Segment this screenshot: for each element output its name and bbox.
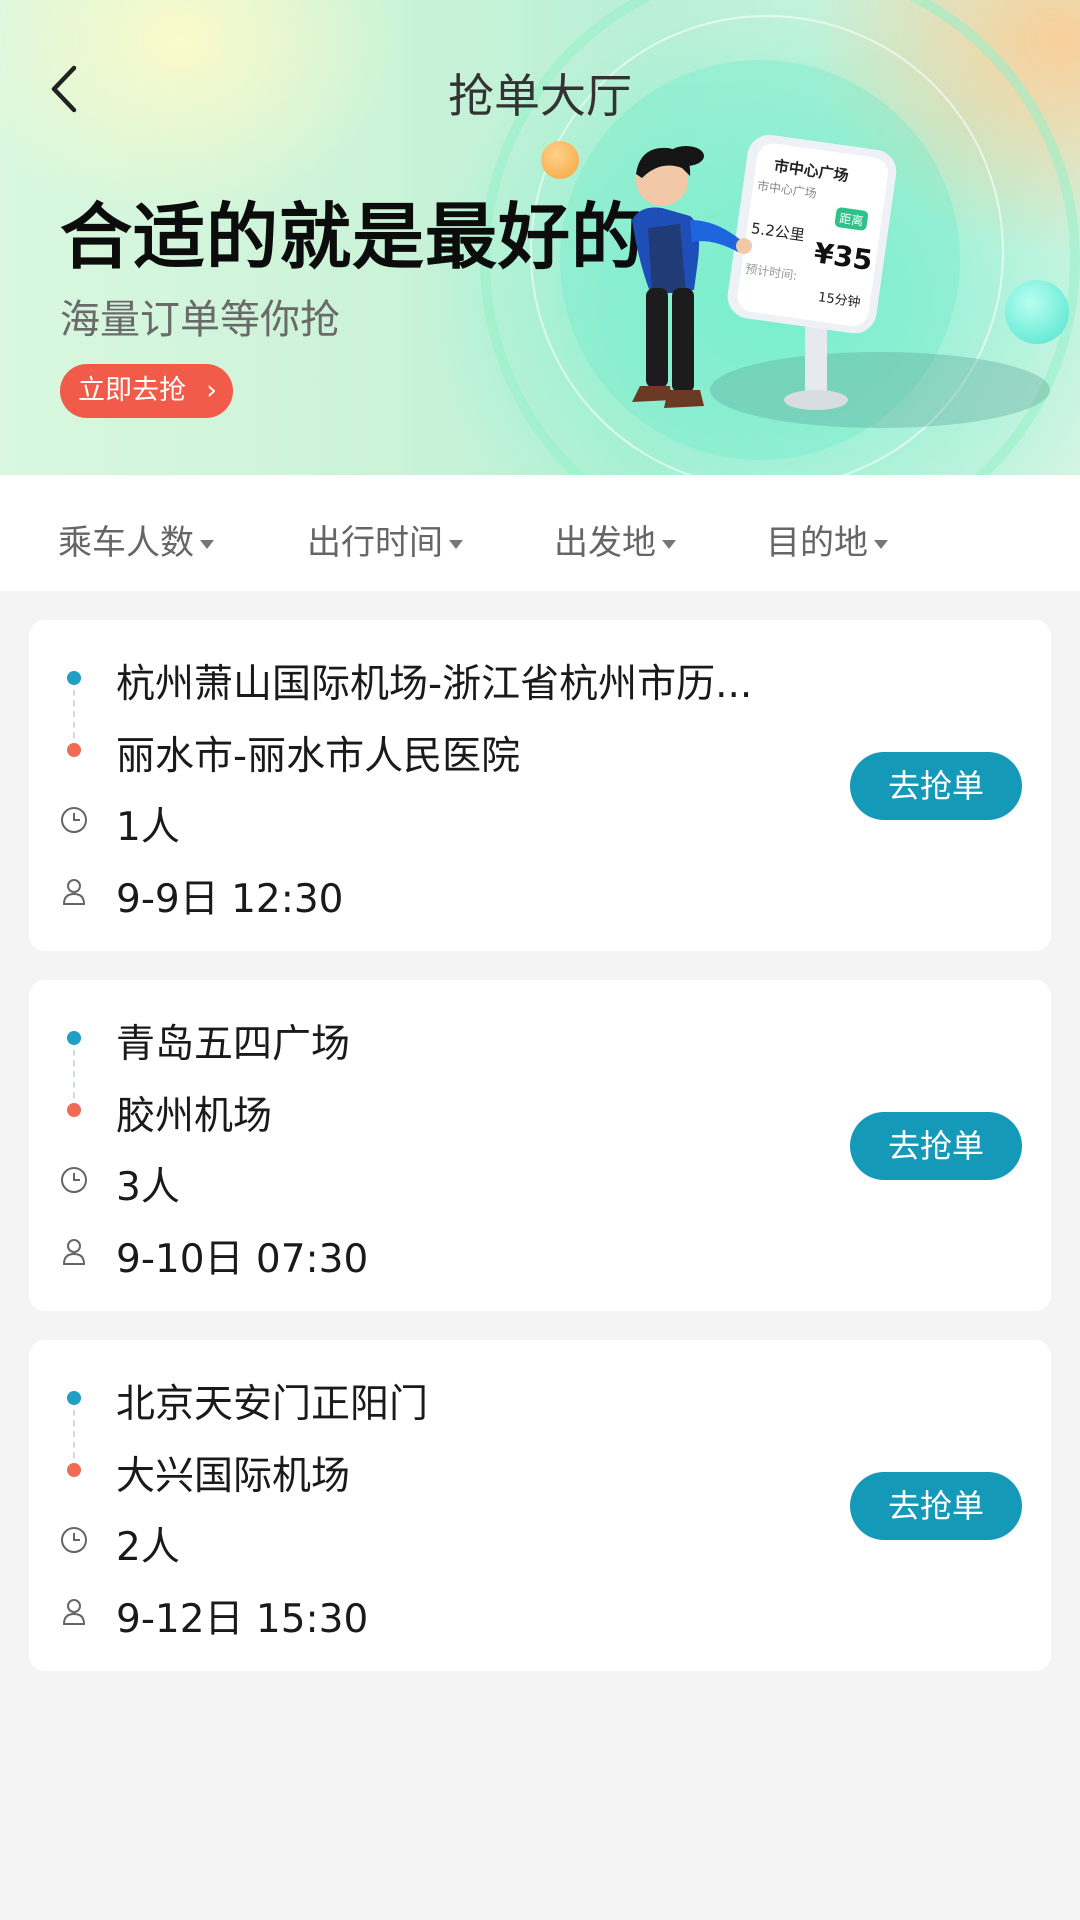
caret-down-icon <box>200 540 214 549</box>
start-point-icon <box>67 1391 81 1405</box>
order-origin: 青岛五四广场 <box>116 1022 351 1067</box>
filter-label: 乘车人数 <box>58 523 194 563</box>
grab-now-button[interactable]: 立即去抢 › <box>60 364 233 418</box>
start-point-icon <box>67 671 81 685</box>
order-card: 杭州萧山国际机场-浙江省杭州市历... 丽水市-丽水市人民医院 1人 9-9日 … <box>29 620 1051 951</box>
end-point-icon <box>67 743 81 757</box>
order-card: 北京天安门正阳门 大兴国际机场 2人 9-12日 15:30 去抢单 <box>29 1340 1051 1671</box>
order-time: 9-10日 07:30 <box>116 1237 369 1282</box>
order-hall-page: 抢单大厅 合适的就是最好的 海量订单等你抢 立即去抢 › 市中心广场 市中心广场… <box>0 0 1080 1920</box>
banner-subline: 海量订单等你抢 <box>60 297 340 343</box>
filter-departure[interactable]: 出发地 <box>554 515 676 564</box>
order-list: 杭州萧山国际机场-浙江省杭州市历... 丽水市-丽水市人民医院 1人 9-9日 … <box>29 620 1051 1700</box>
filter-passenger-count[interactable]: 乘车人数 <box>58 515 214 564</box>
order-time: 9-12日 15:30 <box>116 1597 369 1642</box>
caret-down-icon <box>662 540 676 549</box>
person-icon <box>62 879 86 905</box>
caret-down-icon <box>449 540 463 549</box>
person-icon <box>62 1599 86 1625</box>
caret-down-icon <box>874 540 888 549</box>
promo-banner: 抢单大厅 合适的就是最好的 海量订单等你抢 立即去抢 › 市中心广场 市中心广场… <box>0 0 1080 475</box>
order-time: 9-9日 12:30 <box>116 877 344 922</box>
end-point-icon <box>67 1463 81 1477</box>
order-destination: 丽水市-丽水市人民医院 <box>116 734 521 779</box>
route-connector <box>73 1399 75 1469</box>
clock-icon <box>61 1527 87 1553</box>
filter-label: 目的地 <box>766 523 868 563</box>
person-icon <box>62 1239 86 1265</box>
clock-icon <box>61 807 87 833</box>
clock-icon <box>61 1167 87 1193</box>
filter-destination[interactable]: 目的地 <box>766 515 888 564</box>
start-point-icon <box>67 1031 81 1045</box>
order-origin: 北京天安门正阳门 <box>116 1382 429 1427</box>
grab-order-button[interactable]: 去抢单 <box>850 1472 1022 1540</box>
route-connector <box>73 1039 75 1109</box>
page-title: 抢单大厅 <box>448 69 632 123</box>
order-destination: 胶州机场 <box>116 1094 273 1139</box>
order-card: 青岛五四广场 胶州机场 3人 9-10日 07:30 去抢单 <box>29 980 1051 1311</box>
banner-headline: 合适的就是最好的 <box>60 195 645 279</box>
order-passenger-count: 2人 <box>116 1525 180 1570</box>
order-destination: 大兴国际机场 <box>116 1454 351 1499</box>
filter-bar: 乘车人数 出行时间 出发地 目的地 <box>0 475 1080 591</box>
grab-order-button[interactable]: 去抢单 <box>850 752 1022 820</box>
end-point-icon <box>67 1103 81 1117</box>
banner-decor-orange-dot <box>541 141 579 179</box>
order-origin: 杭州萧山国际机场-浙江省杭州市历... <box>116 662 753 707</box>
filter-label: 出发地 <box>554 523 656 563</box>
chevron-right-icon: › <box>206 375 217 406</box>
grab-now-label: 立即去抢 <box>78 375 186 406</box>
order-passenger-count: 3人 <box>116 1165 180 1210</box>
order-passenger-count: 1人 <box>116 805 180 850</box>
filter-travel-time[interactable]: 出行时间 <box>307 515 463 564</box>
grab-order-button[interactable]: 去抢单 <box>850 1112 1022 1180</box>
driver-illustration: 市中心广场 市中心广场 距离 5.2公里 ¥35 预计时间: 15分钟 <box>632 134 1050 428</box>
filter-label: 出行时间 <box>307 523 443 563</box>
route-connector <box>73 679 75 749</box>
